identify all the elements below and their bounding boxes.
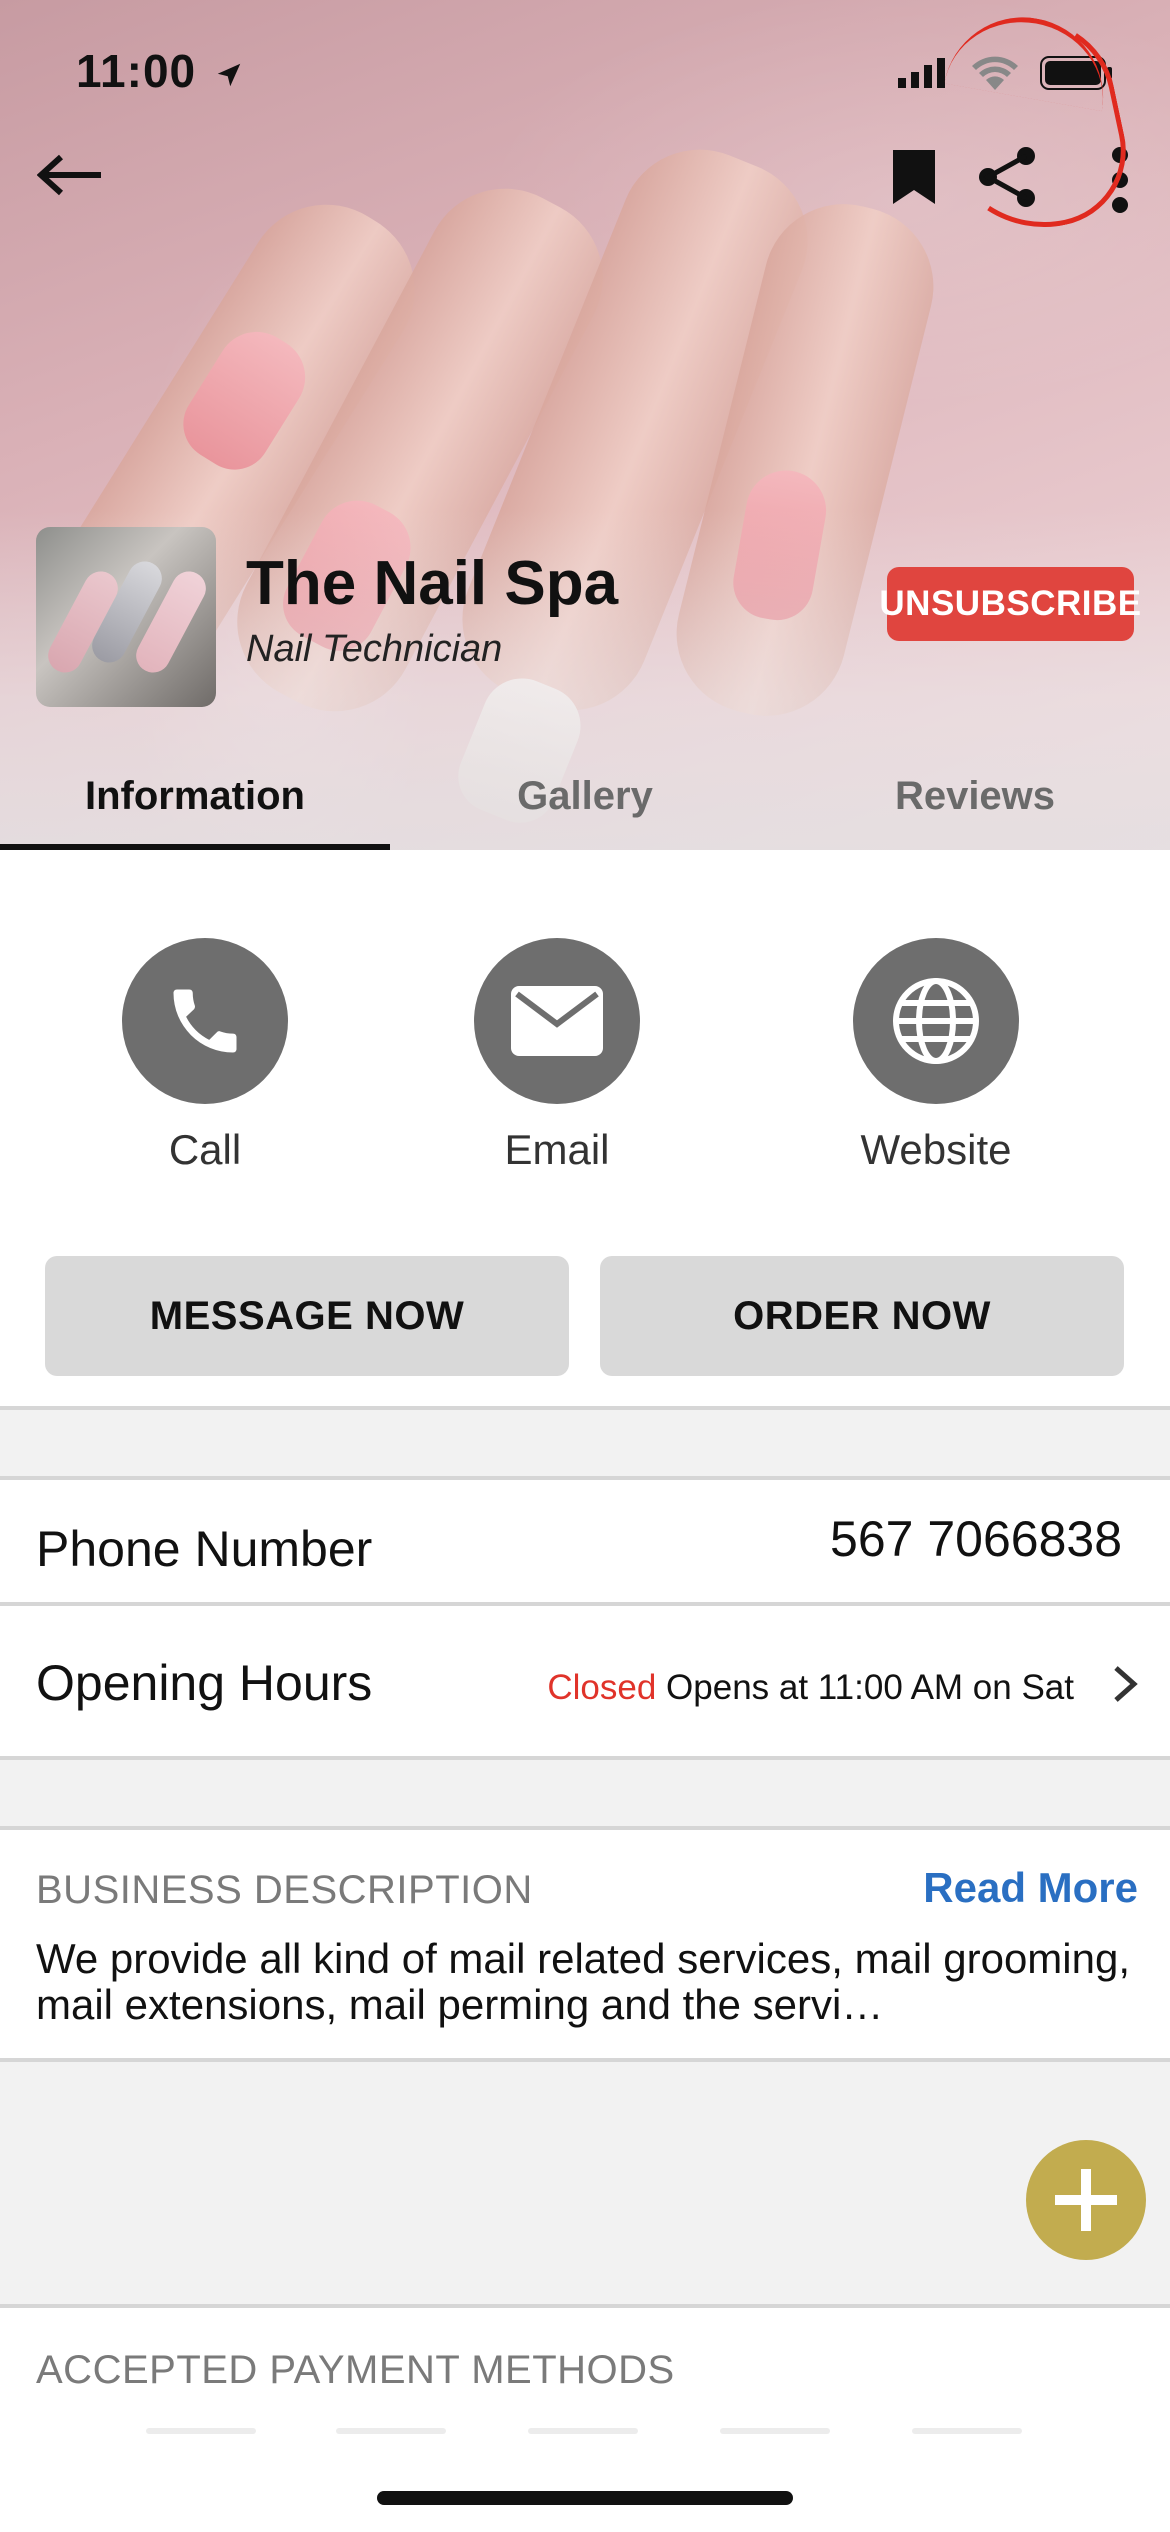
status-time: 11:00 [76, 44, 244, 98]
closed-status: Closed [547, 1668, 657, 1707]
home-indicator[interactable] [377, 2491, 793, 2505]
order-now-button[interactable]: ORDER NOW [600, 1256, 1124, 1376]
email-label: Email [504, 1126, 610, 1173]
status-time-text: 11:00 [76, 45, 197, 97]
call-action[interactable]: Call [75, 938, 335, 1174]
phone-row[interactable]: Phone Number 567 7066838 [0, 1476, 1170, 1606]
message-now-button[interactable]: MESSAGE NOW [45, 1256, 569, 1376]
phone-value[interactable]: 567 7066838 [830, 1510, 1122, 1568]
chevron-right-icon [1114, 1666, 1138, 1702]
payment-method-card [336, 2428, 446, 2434]
opening-hours-value: Closed Opens at 11:00 AM on Sat [547, 1668, 1074, 1708]
add-button[interactable] [1026, 2140, 1146, 2260]
opening-hours-detail: Opens at 11:00 AM on Sat [666, 1668, 1074, 1707]
call-label: Call [168, 1126, 242, 1173]
payment-method-card [146, 2428, 256, 2434]
payment-method-card [720, 2428, 830, 2434]
website-label: Website [860, 1126, 1012, 1173]
globe-icon [893, 978, 979, 1064]
read-more-link[interactable]: Read More [923, 1864, 1138, 1912]
phone-label: Phone Number [36, 1521, 373, 1577]
plus-icon [1055, 2169, 1117, 2231]
business-role: Nail Technician [246, 628, 503, 670]
bookmark-button[interactable] [884, 142, 944, 212]
website-circle[interactable] [853, 938, 1019, 1104]
tab-information[interactable]: Information [0, 742, 390, 850]
tab-reviews[interactable]: Reviews [780, 742, 1170, 850]
tab-gallery[interactable]: Gallery [390, 742, 780, 850]
location-arrow-icon [217, 63, 241, 87]
description-text: We provide all kind of mail related serv… [36, 1935, 1131, 2028]
business-name: The Nail Spa [246, 549, 619, 618]
payment-heading: ACCEPTED PAYMENT METHODS [36, 2348, 675, 2392]
back-button[interactable] [30, 140, 110, 210]
business-avatar [36, 527, 216, 707]
payment-method-card [912, 2428, 1022, 2434]
mail-icon [511, 986, 603, 1056]
bookmark-icon [893, 150, 935, 204]
payment-method-card [528, 2428, 638, 2434]
email-action[interactable]: Email [427, 938, 687, 1174]
tab-bar: Information Gallery Reviews [0, 742, 1170, 850]
business-description-section: BUSINESS DESCRIPTION Read More We provid… [0, 1826, 1170, 2062]
call-circle[interactable] [122, 938, 288, 1104]
phone-icon [173, 989, 237, 1053]
website-action[interactable]: Website [806, 938, 1066, 1174]
email-circle[interactable] [474, 938, 640, 1104]
opening-hours-row[interactable]: Opening Hours Closed Opens at 11:00 AM o… [0, 1606, 1170, 1760]
contact-actions-section: Call Email Website MESSAGE NOW ORDER NOW [0, 850, 1170, 1410]
description-heading: BUSINESS DESCRIPTION [36, 1868, 533, 1912]
unsubscribe-button[interactable]: UNSUBSCRIBE [879, 567, 1141, 641]
opening-hours-label: Opening Hours [36, 1655, 373, 1711]
back-arrow-icon [37, 154, 101, 196]
